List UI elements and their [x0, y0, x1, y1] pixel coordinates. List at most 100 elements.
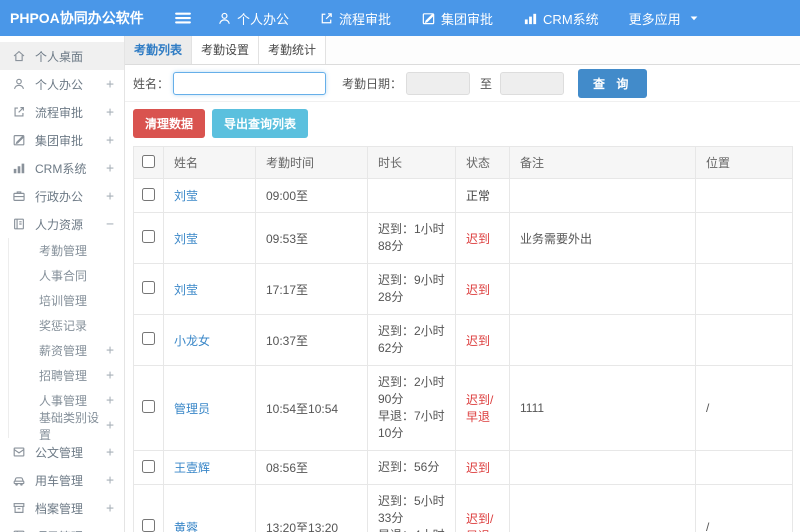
sidebar-item-archive-management[interactable]: 档案管理 + — [0, 494, 124, 522]
clean-data-button[interactable]: 清理数据 — [133, 109, 206, 138]
expand-toggle-icon: + — [106, 132, 114, 148]
select-all-checkbox[interactable] — [142, 154, 155, 168]
duration: 迟到：56分 — [367, 450, 456, 485]
row-checkbox[interactable] — [142, 400, 155, 413]
remark: 1111 — [509, 365, 696, 451]
column-header-0: 姓名 — [163, 146, 256, 179]
remark — [509, 178, 696, 213]
sidebar-subitem-label: 薪资管理 — [39, 344, 88, 358]
sidebar-item-recruitment-management[interactable]: 招聘管理 + — [9, 363, 124, 388]
menu-icon[interactable] — [173, 8, 193, 28]
row-checkbox[interactable] — [142, 459, 155, 473]
duration — [367, 178, 456, 213]
table-row: 刘莹 09:53至 迟到：1小时88分 迟到 业务需要外出 — [133, 212, 793, 264]
attendance-time: 10:54至10:54 — [255, 365, 368, 451]
table-row: 黄蓉 13:20至13:20 迟到：5小时33分早退：4小时67分 迟到/早退 … — [133, 484, 793, 532]
employee-name-link[interactable]: 黄蓉 — [174, 521, 198, 532]
expand-toggle-icon: + — [106, 472, 114, 488]
location: / — [695, 365, 793, 451]
employee-name-link[interactable]: 管理员 — [174, 402, 210, 416]
employee-name-link[interactable]: 小龙女 — [174, 334, 210, 348]
employee-name-link[interactable]: 王壹辉 — [174, 461, 210, 475]
doc-icon — [12, 445, 27, 460]
nav-item-label: 个人办公 — [237, 11, 290, 27]
remark — [509, 450, 696, 485]
row-checkbox[interactable] — [142, 519, 155, 532]
status-badge: 迟到 — [455, 314, 510, 366]
sidebar-item-label: 用车管理 — [35, 473, 84, 488]
table-row: 刘莹 17:17至 迟到：9小时28分 迟到 — [133, 263, 793, 315]
tab-attendance-list[interactable]: 考勤列表 — [125, 36, 192, 64]
sidebar-item-personnel-contract[interactable]: 人事合同 — [9, 263, 124, 288]
sidebar-item-crm-system[interactable]: CRM系统 + — [0, 154, 124, 182]
nav-item-crm-system[interactable]: CRM系统 — [523, 9, 599, 28]
sidebar-item-workflow-approval[interactable]: 流程审批 + — [0, 98, 124, 126]
employee-name-link[interactable]: 刘莹 — [174, 232, 198, 246]
attendance-time: 08:56至 — [255, 450, 368, 485]
row-checkbox[interactable] — [142, 230, 155, 243]
name-label: 姓名： — [133, 76, 170, 91]
attendance-time: 17:17至 — [255, 263, 368, 315]
edit-icon — [12, 133, 27, 148]
sidebar-item-label: 个人桌面 — [35, 49, 84, 64]
column-header-5: 位置 — [695, 146, 793, 179]
sidebar-item-label: 人力资源 — [35, 217, 84, 232]
tab-attendance-stats[interactable]: 考勤统计 — [259, 36, 326, 64]
status-badge: 迟到 — [455, 212, 510, 264]
expand-toggle-icon: + — [106, 188, 114, 204]
location — [695, 450, 793, 485]
column-header-2: 时长 — [367, 146, 456, 179]
nav-item-workflow-approval[interactable]: 流程审批 — [319, 9, 391, 28]
sidebar-item-training-management[interactable]: 培训管理 — [9, 288, 124, 313]
attendance-time: 09:53至 — [255, 212, 368, 264]
nav-item-more-apps[interactable]: 更多应用 — [629, 9, 700, 28]
sidebar-subitem-label: 人事合同 — [39, 269, 88, 283]
sidebar-item-base-category-settings[interactable]: 基础类别设置 + — [9, 411, 124, 442]
row-checkbox[interactable] — [142, 332, 155, 345]
location — [695, 212, 793, 264]
nav-item-group-approval[interactable]: 集团审批 — [421, 9, 493, 28]
tab-attendance-settings[interactable]: 考勤设置 — [192, 36, 259, 64]
archive-icon — [12, 501, 27, 516]
attendance-time: 09:00至 — [255, 178, 368, 213]
sidebar-item-personal-office[interactable]: 个人办公 + — [0, 70, 124, 98]
table-row: 刘莹 09:00至 正常 — [133, 178, 793, 213]
sidebar-item-admin-office[interactable]: 行政办公 + — [0, 182, 124, 210]
row-checkbox[interactable] — [142, 281, 155, 294]
nav-item-personal-office[interactable]: 个人办公 — [217, 9, 289, 28]
sidebar-item-personal-desktop[interactable]: 个人桌面 — [0, 42, 124, 70]
date-from-input[interactable] — [406, 71, 471, 95]
duration: 迟到：2小时62分 — [367, 314, 456, 366]
sidebar-item-label: 行政办公 — [35, 189, 84, 204]
attendance-time: 10:37至 — [255, 314, 368, 366]
employee-name-link[interactable]: 刘莹 — [174, 189, 198, 203]
date-label: 考勤日期： — [342, 76, 403, 91]
filter-bar: 姓名： 考勤日期： 至 查 询 — [125, 65, 800, 102]
sidebar-item-reward-punishment[interactable]: 奖惩记录 — [9, 313, 124, 338]
row-checkbox[interactable] — [142, 187, 155, 201]
sidebar-subitem-label: 招聘管理 — [39, 369, 88, 383]
sidebar-item-human-resources[interactable]: 人力资源 − — [0, 210, 124, 238]
sidebar-item-project-management[interactable]: 项目管理 + — [0, 522, 124, 532]
expand-toggle-icon: + — [106, 444, 114, 460]
export-list-button[interactable]: 导出查询列表 — [212, 109, 309, 138]
sidebar-subitem-label: 人事管理 — [39, 394, 88, 408]
remark — [509, 314, 696, 366]
remark — [509, 263, 696, 315]
sidebar-item-label: 流程审批 — [35, 105, 84, 120]
sidebar-item-group-approval[interactable]: 集团审批 + — [0, 126, 124, 154]
status-badge: 迟到 — [455, 263, 510, 315]
expand-toggle-icon: − — [106, 216, 114, 232]
expand-toggle-icon: + — [106, 76, 114, 92]
employee-name-link[interactable]: 刘莹 — [174, 283, 198, 297]
location — [695, 314, 793, 366]
date-to-input[interactable] — [500, 71, 565, 95]
tab-bar: 考勤列表 考勤设置 考勤统计 — [125, 36, 800, 65]
sidebar-item-attendance-management[interactable]: 考勤管理 — [9, 238, 124, 263]
search-button[interactable]: 查 询 — [578, 68, 648, 98]
table-row: 小龙女 10:37至 迟到：2小时62分 迟到 — [133, 314, 793, 366]
sidebar-item-salary-management[interactable]: 薪资管理 + — [9, 338, 124, 363]
sidebar-subitem-label: 培训管理 — [39, 294, 88, 308]
name-input[interactable] — [173, 71, 327, 95]
sidebar-item-vehicle-management[interactable]: 用车管理 + — [0, 466, 124, 494]
